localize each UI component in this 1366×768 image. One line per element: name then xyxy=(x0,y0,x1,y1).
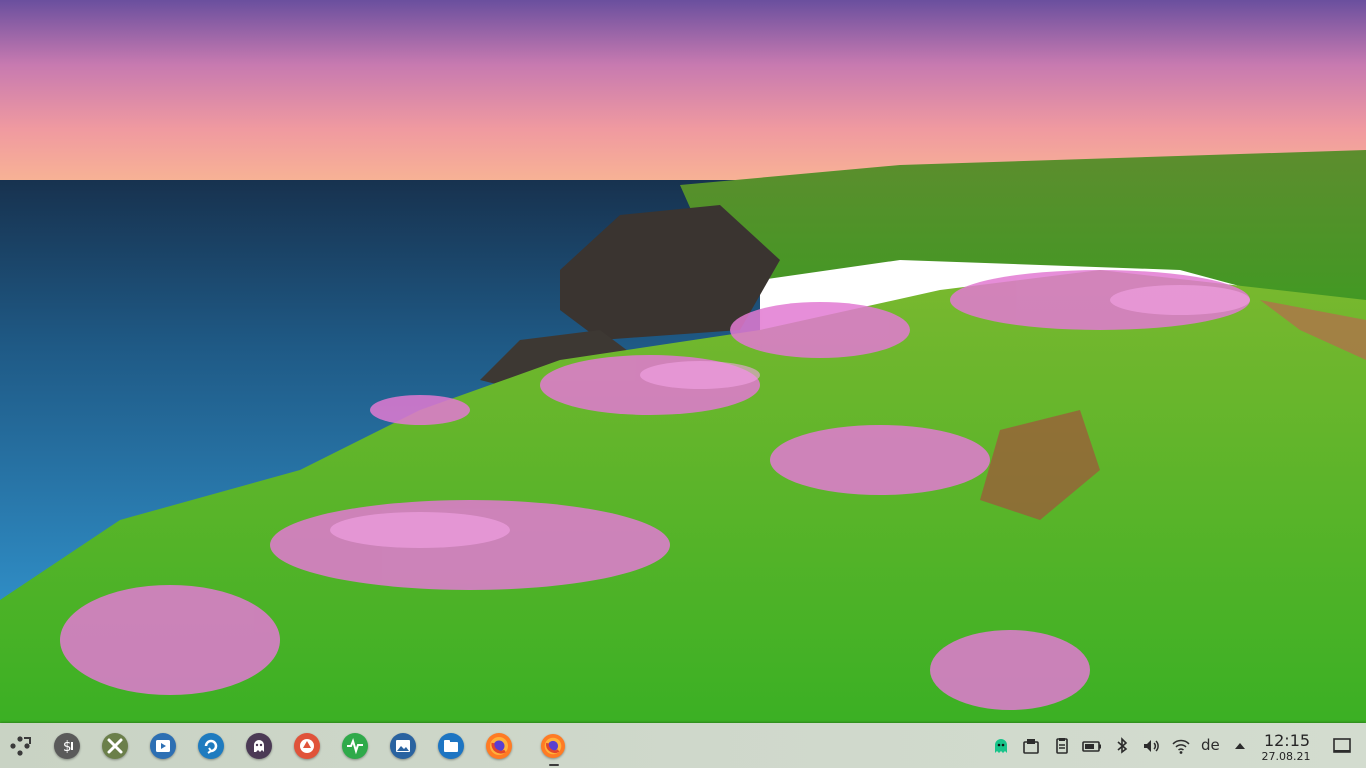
firefox-icon[interactable] xyxy=(486,733,512,759)
system-monitor-icon[interactable] xyxy=(342,733,368,759)
settings-tools-icon[interactable] xyxy=(102,733,128,759)
terminal-icon[interactable]: $ xyxy=(54,733,80,759)
volume-icon[interactable] xyxy=(1141,736,1161,756)
battery-icon[interactable] xyxy=(1082,736,1102,756)
video-player-icon[interactable] xyxy=(150,733,176,759)
clock-time[interactable]: 12:15 xyxy=(1262,731,1312,750)
svg-text:$: $ xyxy=(63,739,71,755)
firefox-running-icon[interactable] xyxy=(541,734,565,758)
bluetooth-icon[interactable] xyxy=(1112,736,1132,756)
show-desktop-icon[interactable] xyxy=(1332,736,1352,756)
image-viewer-icon[interactable] xyxy=(390,733,416,759)
keyboard-layout-indicator[interactable]: de xyxy=(1201,736,1220,754)
share-icon[interactable] xyxy=(294,733,320,759)
tray-expand-chevron-up-icon[interactable] xyxy=(1230,736,1250,756)
file-manager-icon[interactable] xyxy=(438,733,464,759)
taskbar: $ de 12:15 27.08.21 xyxy=(0,723,1366,768)
device-notifier-icon[interactable] xyxy=(1021,736,1041,756)
desktop-wallpaper xyxy=(0,0,1366,723)
clock-date[interactable]: 27.08.21 xyxy=(1256,750,1316,763)
sync-icon[interactable] xyxy=(198,733,224,759)
wifi-icon[interactable] xyxy=(1171,736,1191,756)
active-task-indicator xyxy=(549,764,559,766)
ghost-tray-icon[interactable] xyxy=(991,736,1011,756)
application-menu-icon[interactable] xyxy=(8,734,34,758)
clipboard-icon[interactable] xyxy=(1052,736,1072,756)
ghost-icon[interactable] xyxy=(246,733,272,759)
